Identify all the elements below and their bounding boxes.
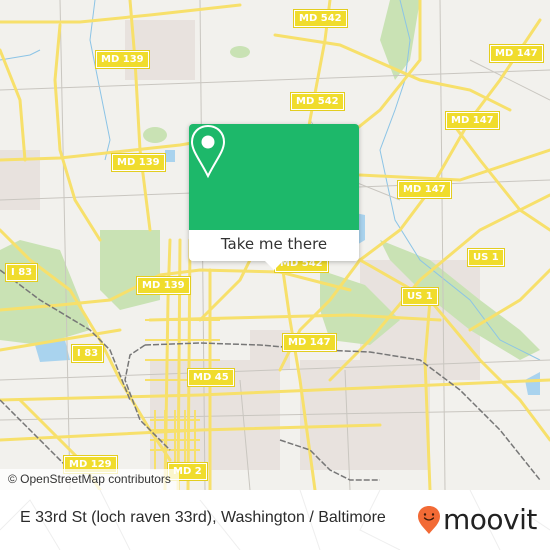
park-area bbox=[143, 127, 167, 143]
route-shield: US 1 bbox=[467, 248, 505, 267]
major-road bbox=[358, 148, 550, 182]
stream bbox=[0, 49, 41, 61]
map-attribution[interactable]: © OpenStreetMap contributors bbox=[0, 469, 179, 490]
route-shield: MD 147 bbox=[397, 180, 452, 199]
moovit-wordmark: moovit bbox=[443, 503, 537, 536]
location-title: E 33rd St (loch raven 33rd), Washington … bbox=[20, 509, 386, 526]
minor-road bbox=[0, 69, 550, 91]
water-body bbox=[165, 150, 175, 162]
popup-header bbox=[189, 124, 359, 230]
major-road bbox=[0, 48, 27, 162]
route-shield: US 1 bbox=[401, 287, 439, 306]
popup-pointer bbox=[265, 261, 283, 270]
water-body bbox=[525, 372, 540, 395]
park-area bbox=[0, 240, 90, 345]
route-shield: MD 139 bbox=[95, 50, 150, 69]
major-road bbox=[448, 118, 550, 232]
route-shield: I 83 bbox=[70, 344, 105, 363]
route-shield: MD 542 bbox=[293, 9, 348, 28]
map-pin-icon bbox=[190, 124, 226, 179]
park-area bbox=[230, 46, 250, 58]
moovit-pin-icon bbox=[418, 506, 440, 534]
take-me-there-button[interactable]: Take me there bbox=[189, 230, 359, 261]
route-shield: MD 139 bbox=[111, 153, 166, 172]
stream bbox=[89, 0, 111, 161]
route-shield: MD 45 bbox=[187, 368, 235, 387]
route-shield: MD 147 bbox=[489, 44, 544, 63]
park-area bbox=[100, 230, 160, 310]
route-shield: MD 542 bbox=[290, 92, 345, 111]
railway bbox=[0, 399, 71, 471]
minor-road bbox=[59, 0, 71, 490]
urban-area bbox=[300, 360, 430, 470]
route-shield: MD 147 bbox=[445, 111, 500, 130]
footer-bar: E 33rd St (loch raven 33rd), Washington … bbox=[0, 490, 550, 550]
location-popup: Take me there bbox=[189, 124, 359, 270]
major-road bbox=[0, 3, 242, 24]
route-shield: MD 147 bbox=[282, 333, 337, 352]
route-shield: MD 139 bbox=[136, 276, 191, 295]
map-view[interactable]: MD 542 MD 147 MD 139 MD 542 MD 147 MD 13… bbox=[0, 0, 550, 490]
route-shield: I 83 bbox=[4, 263, 39, 282]
